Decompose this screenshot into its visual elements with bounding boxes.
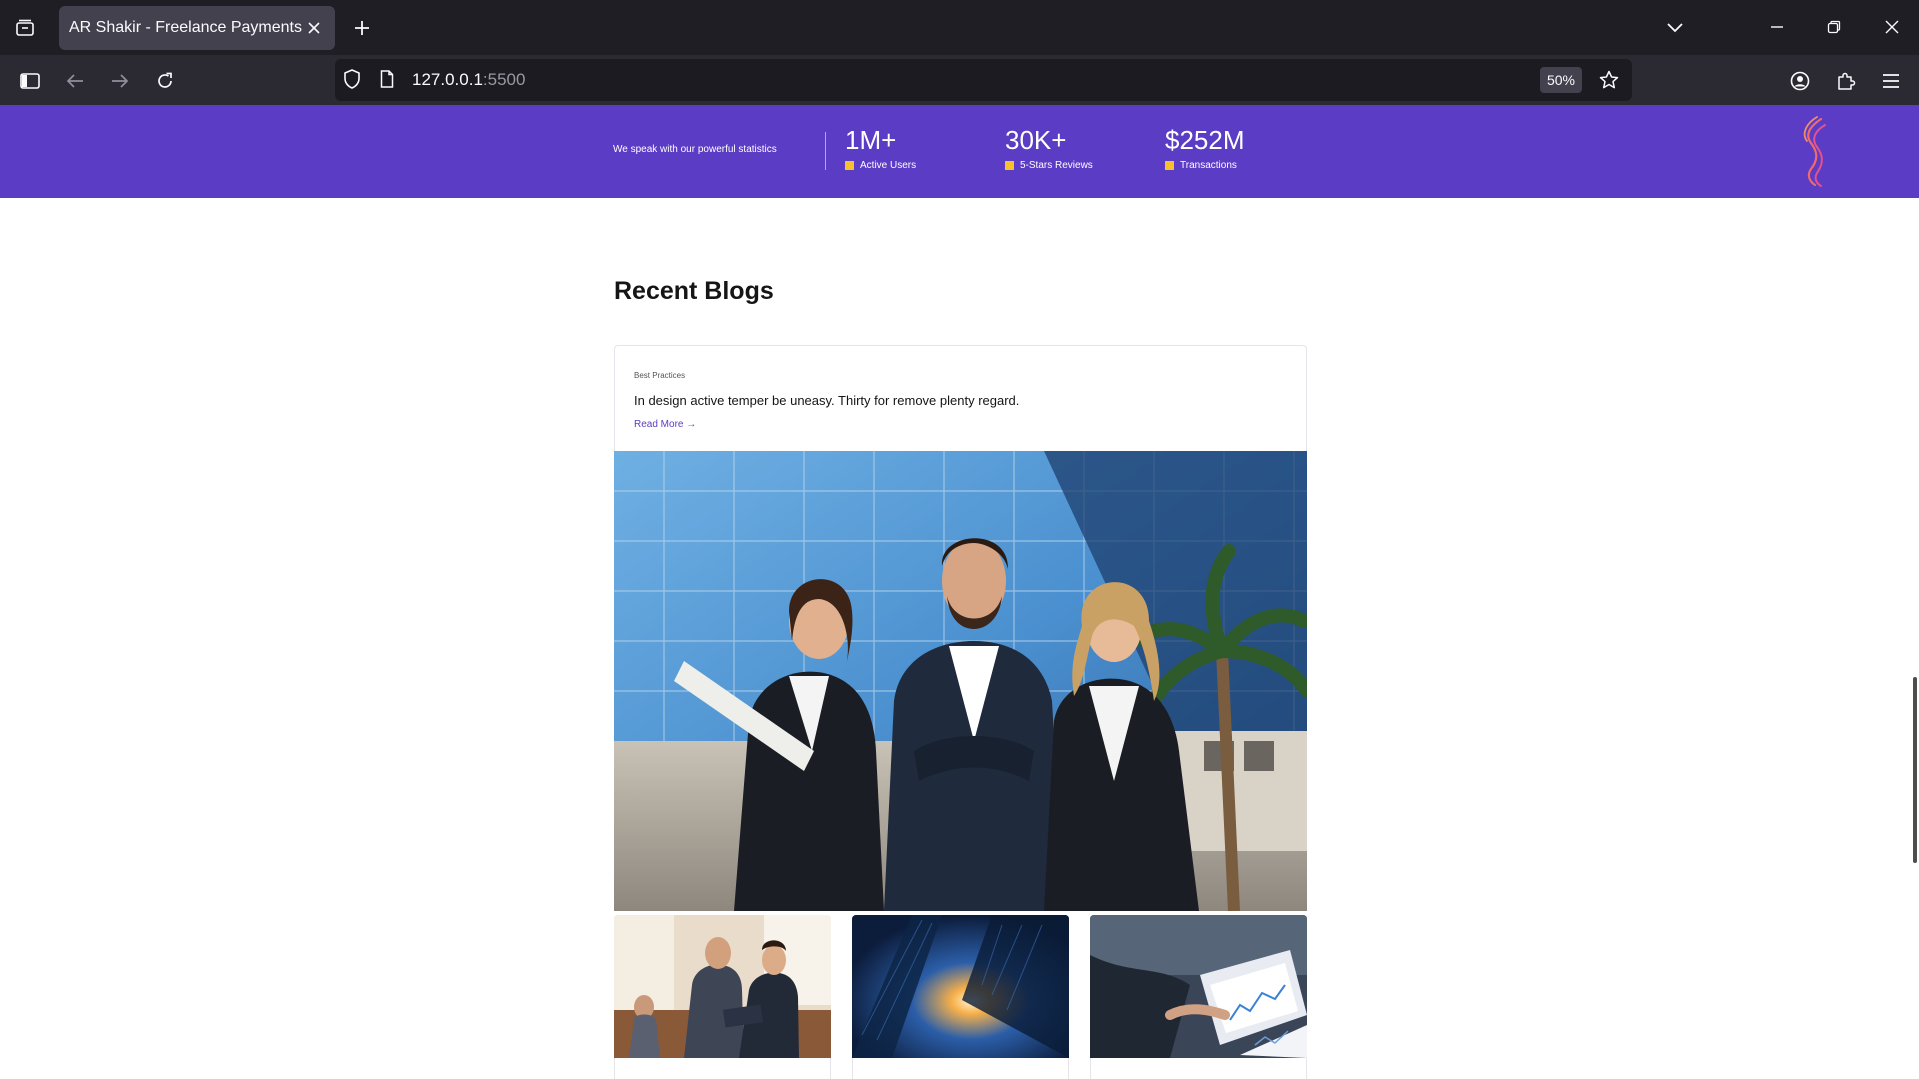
stats-divider [825,132,826,170]
blog-thumbnail-card-footer [852,1058,1069,1079]
address-bar[interactable]: 127.0.0.1:5500 50% [335,59,1632,101]
sidebar-toggle-button[interactable] [14,65,46,97]
tab-list-button[interactable] [10,14,40,42]
url-text[interactable]: 127.0.0.1:5500 [412,70,525,90]
stat-label-text: Active Users [860,160,917,171]
close-icon [308,22,320,34]
stat-marker [845,161,854,170]
arrow-right-icon [112,74,129,88]
blog-thumbnail-card-footer [614,1058,831,1079]
tablet-analytics-photo [1090,915,1307,1058]
browser-tab-bar: AR Shakir - Freelance Payments [0,0,1919,55]
stat-label-text: Transactions [1180,160,1237,171]
reload-icon [158,72,172,88]
business-team-photo [614,451,1307,911]
chevron-down-icon [1667,23,1683,33]
stat-marker [1005,161,1014,170]
brand-logo-icon [1803,116,1826,187]
stat-value: 30K+ [1005,125,1067,155]
featured-blog-image[interactable] [614,451,1307,911]
page-viewport: We speak with our powerful statistics 1M… [0,105,1919,1079]
stat-label: Active Users [845,160,916,171]
new-tab-button[interactable] [348,14,376,42]
restore-icon [1827,20,1841,34]
puzzle-piece-icon [1838,72,1856,90]
hamburger-menu-icon [1883,74,1899,88]
tab-list-icon [16,19,34,36]
back-button[interactable] [59,65,91,97]
arrow-left-icon [66,74,83,88]
blog-thumbnail-card-footer [1090,1058,1307,1079]
stat-reviews: 30K+ 5-Stars Reviews [1005,125,1093,171]
page-scrollbar-thumb[interactable] [1913,677,1917,863]
zoom-level-badge[interactable]: 50% [1540,67,1582,93]
sidebar-icon [20,73,40,89]
stat-marker [1165,161,1174,170]
stat-label-text: 5-Stars Reviews [1020,160,1093,171]
read-more-link[interactable]: Read More → [634,419,696,430]
blog-thumbnail-skyscraper[interactable] [852,915,1069,1058]
stat-value: $252M [1165,125,1245,155]
skyscraper-sunburst-photo [852,915,1069,1058]
browser-nav-bar: 127.0.0.1:5500 50% [0,55,1919,105]
extensions-button[interactable] [1830,65,1862,97]
blog-headline[interactable]: In design active temper be uneasy. Thirt… [634,393,1019,408]
active-tab[interactable]: AR Shakir - Freelance Payments [59,6,335,50]
recent-blogs-heading: Recent Blogs [614,277,774,305]
minimize-window-button[interactable] [1757,10,1797,44]
stat-transactions: $252M Transactions [1165,125,1245,171]
close-icon [1885,20,1899,34]
blog-thumbnail-meeting[interactable] [614,915,831,1058]
plus-icon [355,21,369,35]
reload-button[interactable] [149,65,181,97]
tab-close-button[interactable] [303,17,325,39]
close-window-button[interactable] [1872,10,1912,44]
bookmark-star-icon[interactable] [1599,70,1619,95]
app-menu-button[interactable] [1875,65,1907,97]
blog-category: Best Practices [634,371,686,380]
account-icon [1790,71,1810,91]
page-info-icon[interactable] [380,70,394,93]
url-host: 127.0.0.1 [412,70,483,89]
stat-active-users: 1M+ Active Users [845,125,916,171]
stats-tagline: We speak with our powerful statistics [613,144,777,155]
forward-button[interactable] [104,65,136,97]
stat-label: 5-Stars Reviews [1005,160,1093,171]
tab-title: AR Shakir - Freelance Payments [69,19,302,36]
blog-thumbnail-analytics[interactable] [1090,915,1307,1058]
stat-label: Transactions [1165,160,1245,171]
list-all-tabs-button[interactable] [1660,14,1690,42]
featured-blog-card: Best Practices In design active temper b… [614,345,1307,457]
minimize-icon [1771,26,1783,28]
tracking-protection-shield-icon[interactable] [343,69,361,94]
account-button[interactable] [1784,65,1816,97]
restore-window-button[interactable] [1814,10,1854,44]
office-meeting-photo [614,915,831,1058]
statistics-band: We speak with our powerful statistics 1M… [0,105,1919,198]
url-port: :5500 [482,70,526,89]
stat-value: 1M+ [845,125,897,155]
